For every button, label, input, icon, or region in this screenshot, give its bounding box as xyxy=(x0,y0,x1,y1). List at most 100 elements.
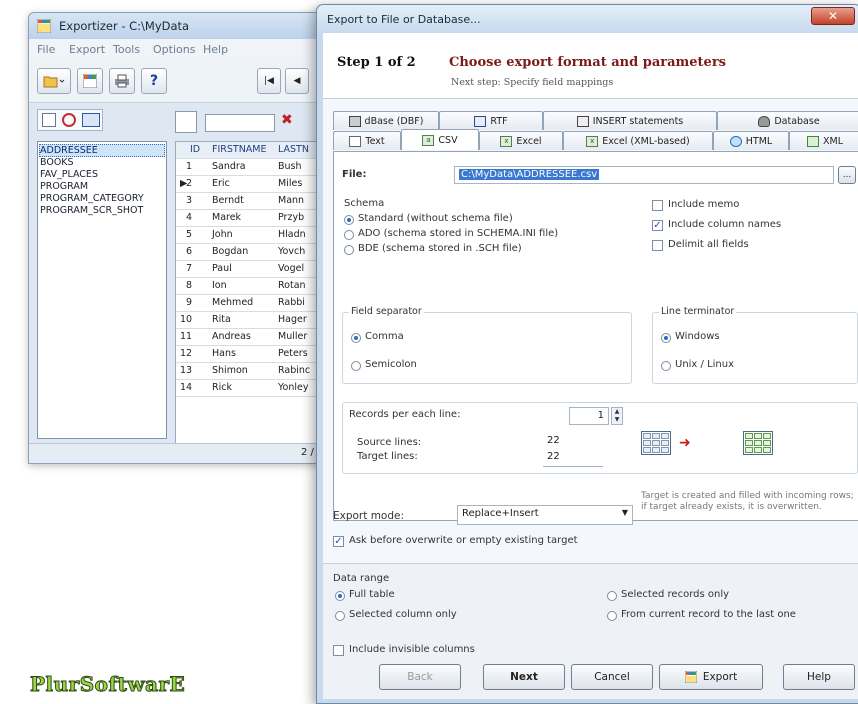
menu-export[interactable]: Export xyxy=(69,43,105,56)
records-spinner[interactable]: ▲ ▼ xyxy=(611,407,623,425)
tab-excel[interactable]: x Excel xyxy=(479,131,563,150)
table-row[interactable]: 6 Bogdan Yovch xyxy=(176,244,326,261)
records-per-line-group: Records per each line: 1 ▲ ▼ Source lines… xyxy=(342,402,858,474)
refresh-icon[interactable] xyxy=(62,113,76,127)
delimit-all-fields-checkbox[interactable] xyxy=(652,240,663,251)
include-invisible-columns-checkbox[interactable] xyxy=(333,645,344,656)
close-button[interactable]: ✕ xyxy=(811,7,855,25)
help-button-main[interactable]: ? xyxy=(141,68,167,94)
range-selected-records-radio[interactable] xyxy=(607,591,617,601)
source-lines-label: Source lines: xyxy=(357,437,422,448)
table-cell: Andreas xyxy=(212,331,251,342)
back-button-label: Back xyxy=(407,671,433,683)
tab-html[interactable]: HTML xyxy=(713,131,789,150)
separator-semicolon-radio[interactable] xyxy=(351,361,361,371)
table-row[interactable]: 8 Ion Rotan xyxy=(176,278,326,295)
delete-icon[interactable]: ✖ xyxy=(281,112,301,132)
col-header-id[interactable]: ID xyxy=(190,144,200,155)
search-input[interactable] xyxy=(205,114,275,132)
table-row[interactable]: 4 Marek Przyb xyxy=(176,210,326,227)
line-terminator-group: Line terminator Windows Unix / Linux xyxy=(652,306,858,384)
csv-options-panel: File: C:\MyData\ADDRESSEE.csv ... Schema… xyxy=(333,151,858,521)
tab-dbase[interactable]: dBase (DBF) xyxy=(333,111,439,130)
dialog-body: Step 1 of 2 Choose export format and par… xyxy=(323,33,858,699)
file-path-input[interactable]: C:\MyData\ADDRESSEE.csv xyxy=(454,166,834,184)
records-per-line-input[interactable]: 1 xyxy=(569,407,609,425)
list-view-icon[interactable] xyxy=(82,113,100,127)
menu-tools[interactable]: Tools xyxy=(113,43,140,56)
terminator-windows-radio[interactable] xyxy=(661,333,671,343)
tab-csv[interactable]: a CSV xyxy=(401,129,479,150)
schema-standard-radio[interactable] xyxy=(344,215,354,225)
range-full-table-radio[interactable] xyxy=(335,591,345,601)
terminator-unix-radio[interactable] xyxy=(661,361,671,371)
include-column-names-checkbox[interactable]: ✓ xyxy=(652,220,663,231)
tab-text-label: Text xyxy=(365,135,385,147)
range-selected-column-radio[interactable] xyxy=(335,611,345,621)
browse-button[interactable]: ... xyxy=(838,166,856,184)
table-row[interactable]: 10 Rita Hager xyxy=(176,312,326,329)
table-cell: Yonley xyxy=(278,382,309,393)
table-row[interactable]: 12 Hans Peters xyxy=(176,346,326,363)
include-memo-checkbox[interactable] xyxy=(652,200,663,211)
table-item-program-scr-shot[interactable]: PROGRAM_SCR_SHOT xyxy=(40,205,143,216)
table-row[interactable]: 13 Shimon Rabinc xyxy=(176,363,326,380)
filter-icon[interactable] xyxy=(175,111,197,133)
table-list-toolbar xyxy=(37,109,103,131)
col-header-lastname[interactable]: LASTN xyxy=(278,144,309,155)
table-cell: Miles xyxy=(278,178,303,189)
tab-xml[interactable]: XML xyxy=(789,131,858,150)
ask-before-overwrite-checkbox[interactable]: ✓ xyxy=(333,536,344,547)
table-list[interactable]: ADDRESSEE BOOKS FAV_PLACES PROGRAM PROGR… xyxy=(37,141,167,439)
table-row[interactable]: 3 Berndt Mann xyxy=(176,193,326,210)
table-item-program-category[interactable]: PROGRAM_CATEGORY xyxy=(40,193,144,204)
record-position: 2 / xyxy=(301,447,314,458)
cancel-button-label: Cancel xyxy=(594,671,630,683)
copy-icon[interactable] xyxy=(42,113,56,127)
next-button[interactable]: Next xyxy=(483,664,565,690)
table-item-addressee[interactable]: ADDRESSEE xyxy=(39,144,165,157)
table-row[interactable]: 9 Mehmed Rabbi xyxy=(176,295,326,312)
range-current-to-last-radio[interactable] xyxy=(607,611,617,621)
export-mode-select[interactable]: Replace+Insert ▼ xyxy=(457,505,633,525)
cancel-button[interactable]: Cancel xyxy=(571,664,653,690)
tab-insert-statements[interactable]: INSERT statements xyxy=(543,111,717,130)
prev-record-button[interactable]: ◀ xyxy=(285,68,309,94)
tab-excel-xml[interactable]: x Excel (XML-based) xyxy=(563,131,713,150)
table-item-program[interactable]: PROGRAM xyxy=(40,181,88,192)
open-folder-button[interactable] xyxy=(37,68,71,94)
target-lines-label: Target lines: xyxy=(357,451,418,462)
table-cell: Hans xyxy=(212,348,236,359)
plurs-logo: PlurSoftwarE xyxy=(29,672,186,697)
schema-bde-radio[interactable] xyxy=(344,245,354,255)
tab-rtf[interactable]: RTF xyxy=(439,111,543,130)
table-row[interactable]: 14 Rick Yonley xyxy=(176,380,326,397)
main-window-title: Exportizer - C:\MyData xyxy=(59,19,190,33)
data-grid[interactable]: ID FIRSTNAME LASTN 1 Sandra Bush ▶ 2 Eric Mile… xyxy=(175,141,327,445)
separator-comma-radio[interactable] xyxy=(351,333,361,343)
tab-excel-label: Excel xyxy=(516,135,542,147)
table-item-fav-places[interactable]: FAV_PLACES xyxy=(40,169,98,180)
table-row[interactable]: 11 Andreas Muller xyxy=(176,329,326,346)
tab-text[interactable]: Text xyxy=(333,131,401,150)
print-button[interactable] xyxy=(109,68,135,94)
tab-database[interactable]: Database xyxy=(717,111,858,130)
table-row[interactable]: ▶ 2 Eric Miles xyxy=(176,176,326,193)
table-row[interactable]: 1 Sandra Bush xyxy=(176,159,326,176)
export-button[interactable]: Export xyxy=(659,664,763,690)
export-button-main[interactable] xyxy=(77,68,103,94)
help-button[interactable]: Help xyxy=(783,664,855,690)
table-row[interactable]: 7 Paul Vogel xyxy=(176,261,326,278)
table-row[interactable]: 5 John Hladn xyxy=(176,227,326,244)
grid-header: ID FIRSTNAME LASTN xyxy=(176,142,326,159)
close-icon: ✕ xyxy=(827,9,839,23)
back-button[interactable]: Back xyxy=(379,664,461,690)
col-header-firstname[interactable]: FIRSTNAME xyxy=(212,144,267,155)
first-record-button[interactable]: |◀ xyxy=(257,68,281,94)
menu-help[interactable]: Help xyxy=(203,43,228,56)
schema-ado-radio[interactable] xyxy=(344,230,354,240)
table-cell: Ion xyxy=(212,280,227,291)
menu-options[interactable]: Options xyxy=(153,43,195,56)
menu-file[interactable]: File xyxy=(37,43,55,56)
table-item-books[interactable]: BOOKS xyxy=(40,157,74,168)
